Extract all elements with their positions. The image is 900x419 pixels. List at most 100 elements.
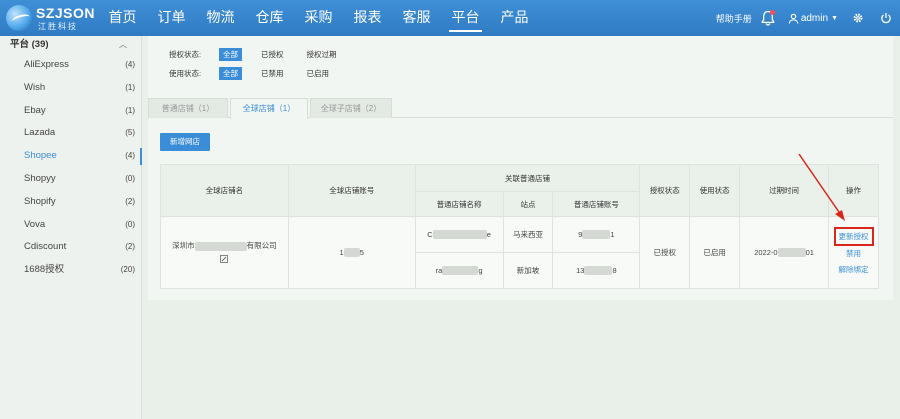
sidebar-item-aliexpress[interactable]: AliExpress (4) [0, 54, 141, 77]
tab-global-sub-stores[interactable]: 全球子店铺（2） [310, 98, 392, 118]
update-auth-button[interactable]: 更新授权 [833, 227, 874, 246]
sidebar-item-count: (4) [125, 151, 135, 161]
brand-subtitle: 江胜科技 [38, 22, 78, 31]
sidebar-item-count: (0) [125, 173, 135, 183]
col-use-status: 使用状态 [689, 164, 741, 217]
col-auth-status: 授权状态 [639, 164, 691, 217]
redacted-block [442, 266, 479, 276]
top-navbar: SZJSON 江胜科技 首页 订单 物流 仓库 采购 报表 客服 平台 产品 帮… [0, 0, 900, 36]
sidebar-item-count: (2) [125, 242, 135, 252]
user-menu[interactable]: admin ▼ [788, 13, 838, 24]
disable-button[interactable]: 禁用 [829, 246, 878, 262]
brand-logo[interactable]: SZJSON 江胜科技 [6, 3, 96, 33]
sidebar-item-shopee[interactable]: Shopee (4) [0, 145, 142, 168]
store-name-suffix: g [478, 265, 483, 275]
auth-filter-authorized[interactable]: 已授权 [257, 48, 288, 61]
power-icon[interactable] [880, 12, 892, 24]
auth-filter-expired[interactable]: 授权过期 [303, 48, 341, 61]
store-name-suffix: e [486, 229, 491, 239]
col-linked-stores: 关联普通店铺 [414, 164, 641, 192]
nav-service[interactable]: 客服 [398, 0, 435, 36]
cell-auth-status: 已授权 [639, 216, 691, 289]
top-right-tools: 帮助手册 admin ▼ [716, 0, 900, 36]
chevron-up-icon[interactable]: ︿ [119, 36, 127, 54]
sidebar-item-label: 1688授权 [24, 264, 65, 276]
cell-global-store-name: 深圳市 有限公司 [160, 216, 289, 289]
cell-store-name: Ce [414, 216, 504, 253]
usage-filter-enabled[interactable]: 已启用 [303, 67, 334, 80]
auth-filter-all[interactable]: 全部 [219, 48, 242, 61]
user-icon [788, 13, 799, 24]
nav-warehouse[interactable]: 仓库 [251, 0, 288, 36]
usage-filter-all[interactable]: 全部 [219, 67, 242, 80]
cell-store-account: 13 8 [552, 252, 641, 289]
op-update-auth-wrapper: 更新授权 [829, 227, 878, 246]
col-store-account: 普通店铺账号 [552, 191, 641, 217]
col-store-name: 普通店铺名称 [414, 191, 504, 217]
nav-products[interactable]: 产品 [496, 0, 533, 36]
sidebar-item-label: Ebay [24, 104, 46, 116]
sidebar-item-count: (1) [125, 82, 135, 92]
redacted-block [582, 230, 611, 240]
sidebar-item-vova[interactable]: Vova (0) [0, 214, 141, 237]
col-site: 站点 [502, 191, 554, 217]
usage-filter-disabled[interactable]: 已禁用 [257, 67, 288, 80]
sidebar-header[interactable]: 平台 (39) ︿ [0, 36, 141, 54]
sidebar-item-count: (1) [125, 105, 135, 115]
cell-expire-time: 2022-0 01 [739, 216, 829, 289]
nav-logistics[interactable]: 物流 [202, 0, 239, 36]
sidebar-item-count: (4) [125, 60, 135, 69]
add-store-button[interactable]: 新增网店 [160, 133, 210, 151]
main-nav: 首页 订单 物流 仓库 采购 报表 客服 平台 产品 [104, 0, 545, 36]
redacted-block [343, 248, 360, 258]
nav-platform[interactable]: 平台 [447, 0, 484, 36]
store-tabs: 普通店铺（1） 全球店铺（1） 全球子店铺（2） [148, 98, 893, 119]
nav-purchase[interactable]: 采购 [300, 0, 337, 36]
sidebar-item-shopify[interactable]: Shopify (2) [0, 191, 141, 214]
expire-prefix: 2022-0 [754, 247, 778, 257]
global-store-name-suffix: 有限公司 [246, 241, 277, 250]
col-global-store-name: 全球店铺名 [160, 164, 289, 217]
store-account-suffix: 8 [612, 265, 617, 275]
sidebar-item-wish[interactable]: Wish (1) [0, 77, 141, 100]
brand-name: SZJSON [36, 5, 96, 21]
sidebar-item-1688[interactable]: 1688授权 (20) [0, 259, 141, 282]
sidebar-item-ebay[interactable]: Ebay (1) [0, 100, 141, 123]
redacted-block [777, 248, 806, 258]
col-expire-time: 过期时间 [739, 164, 829, 217]
sidebar-item-label: Shopyy [24, 172, 56, 184]
sidebar-header-label: 平台 (39) [10, 39, 49, 50]
cell-site: 新加坡 [502, 252, 554, 289]
cell-store-account: 91 [552, 216, 641, 253]
sidebar-item-label: AliExpress [24, 59, 69, 70]
sidebar-item-count: (5) [125, 128, 135, 138]
sidebar-item-label: Lazada [24, 127, 56, 139]
sidebar-item-shopyy[interactable]: Shopyy (0) [0, 168, 141, 191]
sidebar-item-label: Cdiscount [24, 241, 67, 253]
redacted-block [194, 241, 247, 251]
sidebar-item-label: Vova [24, 218, 46, 230]
nav-orders[interactable]: 订单 [153, 0, 190, 36]
store-name-prefix: C [427, 229, 433, 239]
usage-status-filter: 使用状态: 全部 已禁用 已启用 [169, 67, 348, 80]
sidebar-item-cdiscount[interactable]: Cdiscount (2) [0, 236, 141, 259]
sidebar-item-label: Shopify [24, 195, 56, 207]
notification-bell-icon[interactable] [760, 10, 776, 26]
logo-icon [6, 5, 32, 31]
nav-reports[interactable]: 报表 [349, 0, 386, 36]
main-panel: 授权状态: 全部 已授权 授权过期 使用状态: 全部 已禁用 已启用 普通店铺（… [148, 36, 893, 300]
cell-global-store-account: 15 [287, 216, 416, 289]
store-name-prefix: ra [435, 265, 443, 275]
sidebar-item-label: Shopee [24, 150, 57, 162]
help-manual-link[interactable]: 帮助手册 [716, 12, 752, 25]
tab-global-stores[interactable]: 全球店铺（1） [230, 98, 308, 119]
global-account-suffix: 5 [359, 247, 364, 257]
unbind-button[interactable]: 解除绑定 [829, 262, 878, 278]
nav-home[interactable]: 首页 [104, 0, 141, 36]
tab-normal-stores[interactable]: 普通店铺（1） [148, 98, 228, 118]
sidebar-item-lazada[interactable]: Lazada (5) [0, 122, 141, 145]
notification-dot [769, 10, 775, 15]
gear-icon[interactable] [852, 12, 864, 24]
col-global-store-account: 全球店铺账号 [287, 164, 416, 217]
edit-icon[interactable] [220, 255, 229, 263]
